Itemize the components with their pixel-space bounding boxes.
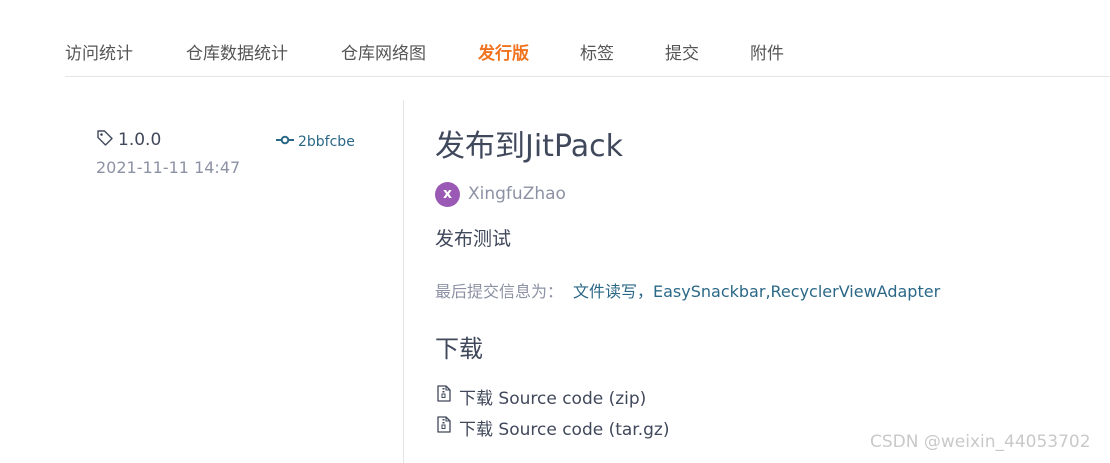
avatar: x	[435, 181, 460, 207]
downloads-heading: 下载	[435, 335, 483, 363]
repo-tabs: 访问统计 仓库数据统计 仓库网络图 发行版 标签 提交 附件	[65, 40, 1110, 77]
file-archive-icon	[437, 385, 459, 407]
column-divider	[403, 100, 404, 463]
watermark: CSDN @weixin_44053702	[870, 432, 1091, 452]
tab-tags[interactable]: 标签	[580, 42, 614, 66]
tab-attachments[interactable]: 附件	[750, 42, 784, 66]
download-zip-label: 下载 Source code (zip)	[459, 388, 647, 409]
download-zip-link[interactable]: 下载 Source code (zip)	[437, 385, 647, 409]
release-date: 2021-11-11 14:47	[96, 158, 241, 177]
release-commit-hash: 2bbfcbe	[298, 134, 355, 150]
release-tag-link[interactable]: 1.0.0	[96, 129, 161, 151]
commit-icon	[276, 134, 298, 150]
last-commit-label: 最后提交信息为：	[435, 282, 564, 301]
release-commit-link[interactable]: 2bbfcbe	[276, 132, 355, 152]
tab-repo-network[interactable]: 仓库网络图	[341, 42, 426, 66]
download-targz-label: 下载 Source code (tar.gz)	[459, 419, 670, 440]
release-author[interactable]: x XingfuZhao	[435, 181, 566, 207]
last-commit-info: 最后提交信息为： 文件读写，EasySnackbar,RecyclerViewAd…	[435, 278, 940, 302]
author-name: XingfuZhao	[468, 184, 566, 204]
tab-visit-stats[interactable]: 访问统计	[65, 42, 133, 66]
release-title: 发布到JitPack	[435, 129, 623, 164]
tab-commits[interactable]: 提交	[665, 42, 699, 66]
download-targz-link[interactable]: 下载 Source code (tar.gz)	[437, 416, 670, 440]
tab-repo-data-stats[interactable]: 仓库数据统计	[186, 42, 288, 66]
release-tag: 1.0.0	[118, 130, 162, 150]
release-description: 发布测试	[435, 228, 512, 250]
tab-releases[interactable]: 发行版	[478, 42, 529, 66]
tag-icon	[96, 129, 118, 152]
release-page: 访问统计 仓库数据统计 仓库网络图 发行版 标签 提交 附件 1.0.0 2bb…	[0, 0, 1110, 463]
file-archive-icon	[437, 416, 459, 438]
last-commit-message-link[interactable]: 文件读写，EasySnackbar,RecyclerViewAdapter	[573, 282, 940, 301]
